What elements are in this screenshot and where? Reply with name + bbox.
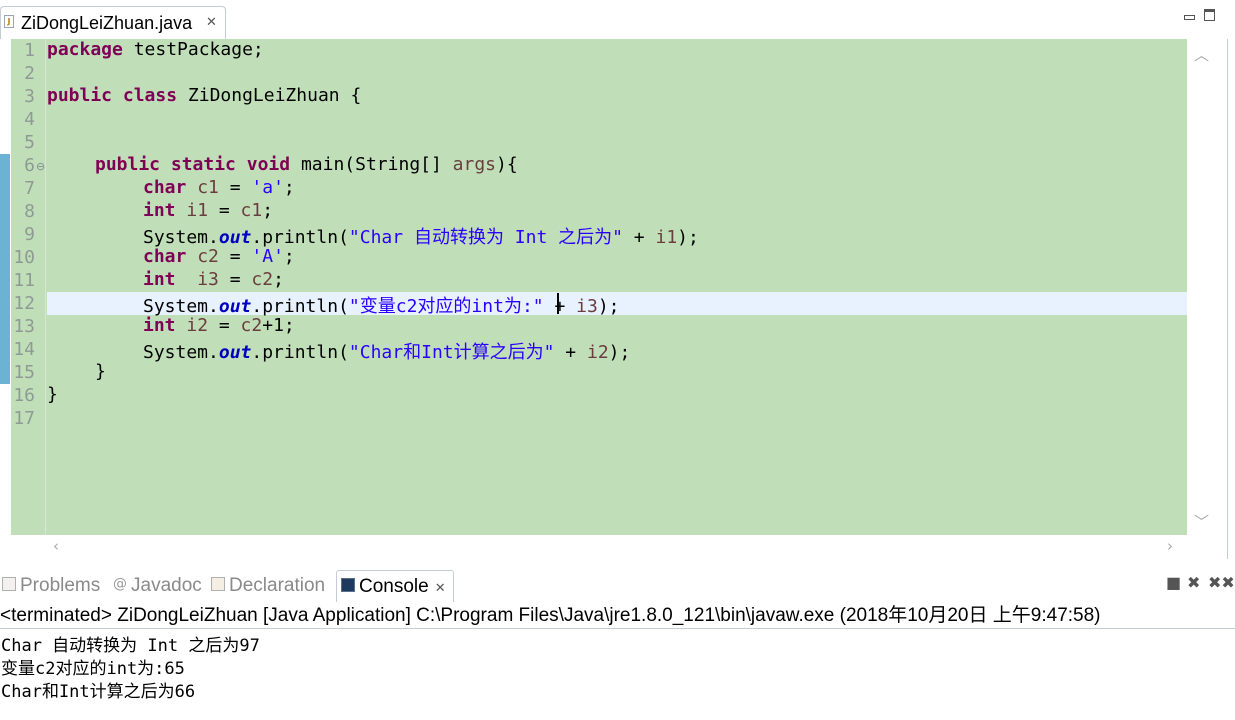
- code-line-14: System.out.println("Char和Int计算之后为" + i2)…: [143, 342, 631, 363]
- code-line-13: int i2 = c2+1;: [143, 315, 295, 336]
- maximize-button[interactable]: [1201, 8, 1217, 24]
- code-area[interactable]: 1 2 3 4 5 6 7 8 9 10 11 12 13 14 15 16 1…: [11, 39, 1187, 535]
- java-file-icon: J: [4, 15, 14, 28]
- tab-javadoc[interactable]: @ Javadoc: [113, 570, 202, 602]
- line-number: 9: [24, 224, 35, 245]
- line-number: 8: [24, 201, 35, 222]
- terminate-icon[interactable]: ■: [1166, 573, 1181, 592]
- code-line-10: char c2 = 'A';: [143, 246, 295, 267]
- code-line-7: char c1 = 'a';: [143, 177, 295, 198]
- console-icon: [341, 577, 355, 592]
- scroll-down-icon[interactable]: ﹀: [1194, 511, 1209, 532]
- editor-tab-bar: J ZiDongLeiZhuan.java ✕: [0, 0, 1235, 39]
- code-line-3: public class ZiDongLeiZhuan {: [47, 85, 362, 106]
- close-icon[interactable]: ✕: [435, 580, 446, 595]
- tab-problems[interactable]: Problems: [2, 570, 100, 602]
- tab-javadoc-label: Javadoc: [131, 575, 202, 596]
- fold-collapse-icon[interactable]: ⊖: [36, 160, 45, 173]
- line-number: 1: [24, 40, 35, 61]
- tab-declaration[interactable]: Declaration: [211, 570, 325, 602]
- scroll-corner: [1187, 535, 1223, 559]
- line-number: 7: [24, 178, 35, 199]
- line-number: 5: [24, 132, 35, 153]
- line-number: 12: [13, 293, 35, 314]
- panel-tab-bar: Problems @ Javadoc Declaration Console ✕: [0, 570, 1235, 602]
- line-number: 6: [24, 155, 35, 176]
- code-line-15: }: [95, 361, 106, 382]
- code-line-8: int i1 = c1;: [143, 200, 274, 221]
- line-number-ruler: 1 2 3 4 5 6 7 8 9 10 11 12 13 14 15 16 1…: [11, 39, 45, 535]
- gutter-separator: [45, 39, 46, 535]
- code-line-6: public static void main(String[] args){: [95, 154, 518, 175]
- problems-icon: [2, 576, 16, 591]
- console-output-line: 变量c2对应的int为:65: [1, 659, 185, 679]
- close-icon[interactable]: ✕: [206, 14, 217, 30]
- code-line-16: }: [47, 384, 58, 405]
- scroll-up-icon[interactable]: ︿: [1194, 44, 1209, 65]
- code-line-9: System.out.println("Char 自动转换为 Int 之后为" …: [143, 227, 699, 248]
- text-caret: [557, 293, 559, 314]
- editor-tab-zidongleizhuan[interactable]: J ZiDongLeiZhuan.java ✕: [0, 6, 226, 39]
- code-line-12: System.out.println("变量c2对应的int为:" + i3);: [143, 296, 620, 317]
- vertical-scrollbar[interactable]: ︿ ﹀: [1187, 39, 1223, 535]
- remove-launch-icon[interactable]: ✖: [1187, 573, 1200, 592]
- horizontal-scrollbar[interactable]: ‹ ›: [11, 535, 1187, 559]
- tab-console[interactable]: Console ✕: [336, 570, 454, 602]
- minimize-icon: [1183, 15, 1195, 20]
- console-status-line: <terminated> ZiDongLeiZhuan [Java Applic…: [0, 603, 1235, 629]
- maximize-icon: [1203, 9, 1215, 21]
- tab-console-label: Console: [359, 576, 429, 597]
- line-number: 13: [13, 316, 35, 337]
- editor-border: [1227, 39, 1228, 559]
- line-number: 3: [24, 86, 35, 107]
- tab-declaration-label: Declaration: [229, 575, 326, 596]
- code-line-11: int i3 = c2;: [143, 269, 284, 290]
- line-number: 4: [24, 109, 35, 130]
- change-ruler: [0, 154, 10, 384]
- line-number: 11: [13, 270, 35, 291]
- line-number: 2: [24, 63, 35, 84]
- code-editor[interactable]: 1 2 3 4 5 6 7 8 9 10 11 12 13 14 15 16 1…: [0, 39, 1235, 564]
- scroll-right-icon[interactable]: ›: [1167, 537, 1173, 555]
- console-output-line: Char 自动转换为 Int 之后为97: [1, 636, 260, 656]
- scroll-left-icon[interactable]: ‹: [53, 537, 59, 555]
- console-output-line: Char和Int计算之后为66: [1, 682, 196, 702]
- line-number: 15: [13, 362, 35, 383]
- line-number: 16: [13, 385, 35, 406]
- code-line-1: package testPackage;: [47, 39, 264, 60]
- tab-problems-label: Problems: [20, 575, 101, 596]
- editor-tab-title: ZiDongLeiZhuan.java: [21, 13, 193, 33]
- line-number: 10: [13, 247, 35, 268]
- line-number: 14: [13, 339, 35, 360]
- remove-all-launches-icon[interactable]: ✖✖: [1208, 573, 1235, 592]
- line-number: 17: [13, 408, 35, 429]
- javadoc-icon: @: [113, 575, 127, 592]
- minimize-button[interactable]: [1181, 8, 1197, 24]
- declaration-icon: [211, 576, 225, 591]
